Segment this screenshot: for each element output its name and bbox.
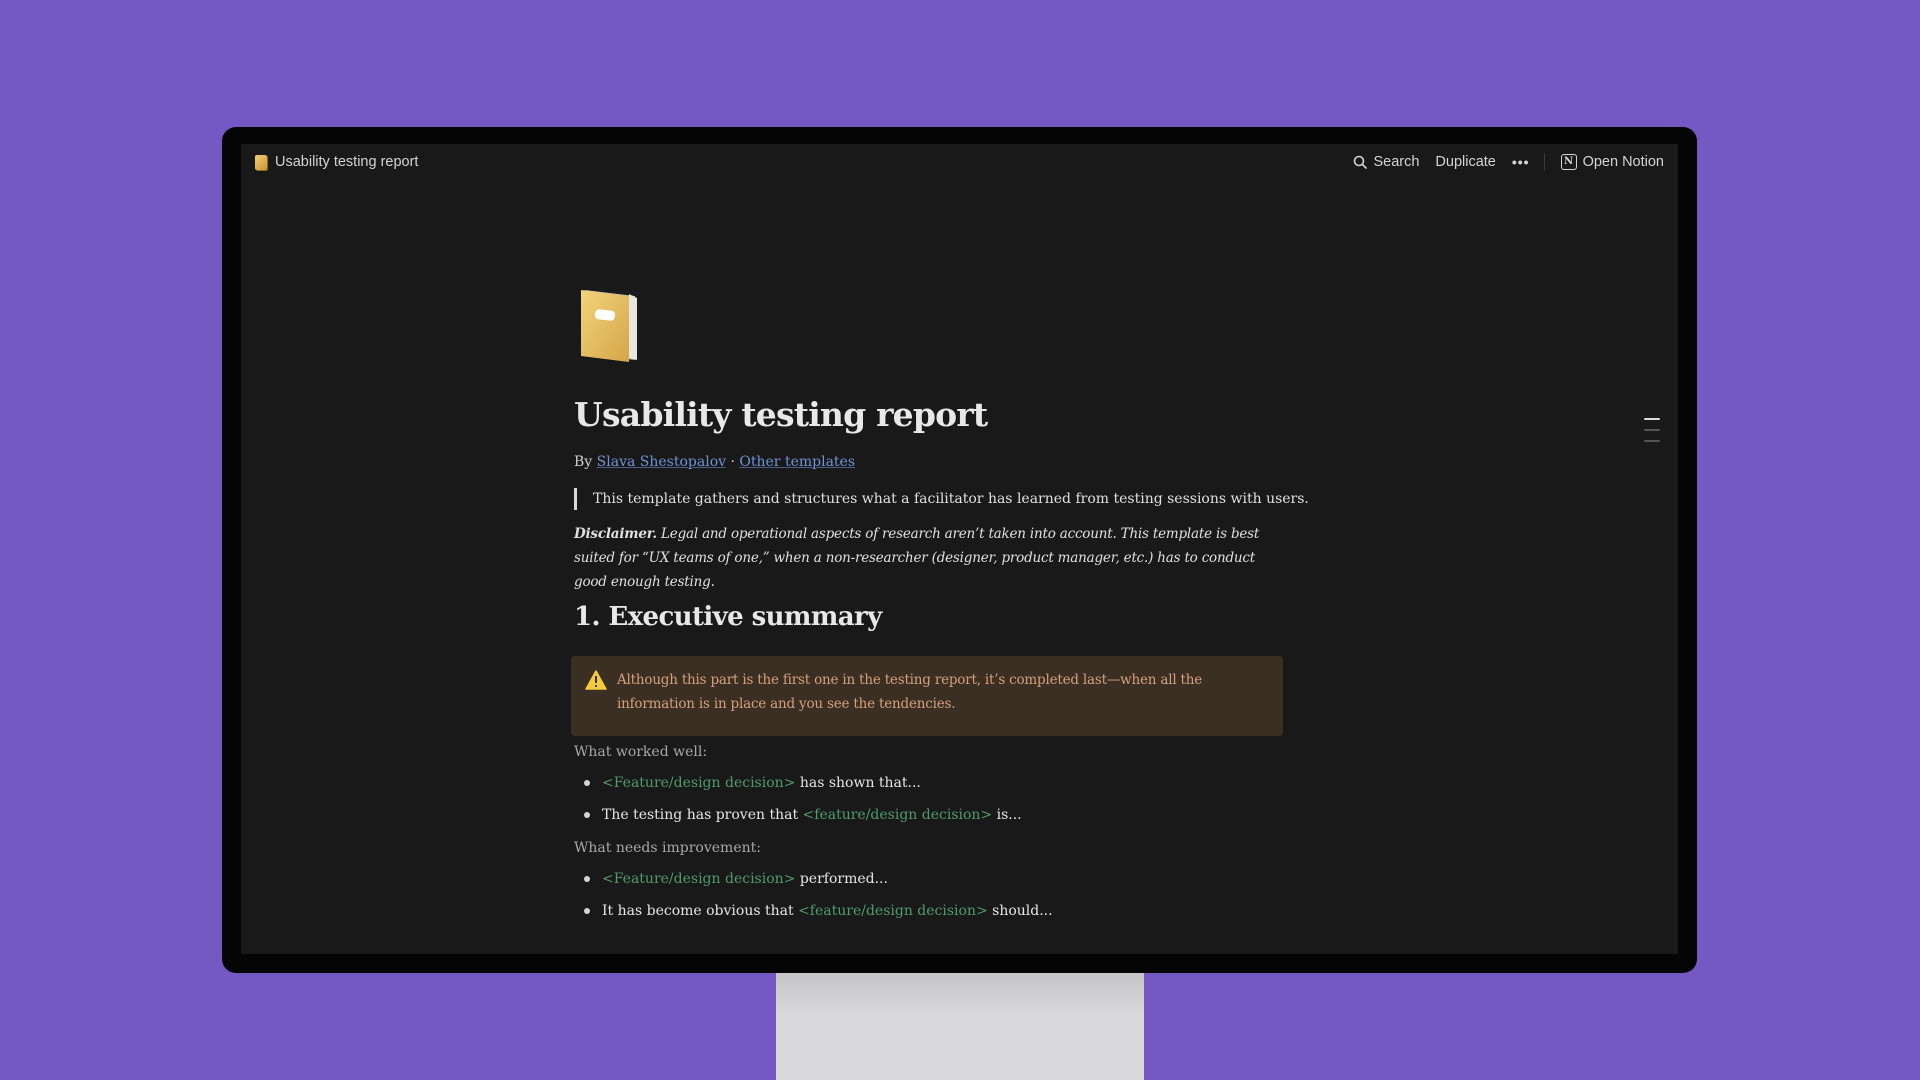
callout-text: Although this part is the first one in t… bbox=[617, 672, 1203, 712]
item-text: It has become obvious that bbox=[602, 903, 799, 919]
needs-improvement-list: <Feature/design decision> performed... I… bbox=[574, 863, 1053, 927]
search-button[interactable]: Search bbox=[1353, 154, 1419, 170]
more-options-button[interactable]: ••• bbox=[1512, 154, 1530, 170]
page-title: Usability testing report bbox=[574, 395, 988, 434]
open-notion-button[interactable]: N Open Notion bbox=[1560, 154, 1664, 170]
duplicate-label: Duplicate bbox=[1435, 154, 1496, 170]
toc-line[interactable] bbox=[1644, 429, 1660, 431]
placeholder-text: <feature/design decision> bbox=[798, 903, 988, 919]
item-text: The testing has proven that bbox=[602, 807, 803, 823]
duplicate-button[interactable]: Duplicate bbox=[1435, 154, 1495, 170]
list-item: It has become obvious that <feature/desi… bbox=[574, 895, 1053, 927]
search-label: Search bbox=[1373, 154, 1420, 170]
list-item: The testing has proven that <feature/des… bbox=[574, 799, 1022, 831]
toc-line[interactable] bbox=[1644, 418, 1660, 420]
worked-well-list: <Feature/design decision> has shown that… bbox=[574, 767, 1022, 831]
author-link[interactable]: Slava Shestopalov bbox=[597, 454, 726, 470]
monitor-stand bbox=[776, 972, 1144, 1080]
section-heading: 1. Executive summary bbox=[574, 602, 882, 632]
top-bar: Usability testing report Search Duplicat… bbox=[241, 144, 1678, 182]
needs-improvement-label: What needs improvement: bbox=[574, 840, 761, 856]
item-text: has shown that... bbox=[795, 775, 921, 791]
disclaimer-lead: Disclaimer. bbox=[574, 526, 657, 542]
byline: By Slava Shestopalov · Other templates bbox=[574, 454, 855, 470]
top-actions: Search Duplicate ••• N Open Notion bbox=[1337, 153, 1664, 171]
placeholder-text: <Feature/design decision> bbox=[602, 871, 796, 887]
callout: Although this part is the first one in t… bbox=[571, 656, 1283, 736]
notebook-icon bbox=[255, 154, 267, 170]
notion-page-screen: Usability testing report Search Duplicat… bbox=[241, 144, 1678, 954]
breadcrumb-title: Usability testing report bbox=[275, 154, 419, 170]
breadcrumb[interactable]: Usability testing report bbox=[255, 154, 418, 170]
item-text: should... bbox=[987, 903, 1053, 919]
item-text: performed... bbox=[795, 871, 888, 887]
warning-icon bbox=[585, 670, 607, 690]
intro-quote: This template gathers and structures wha… bbox=[574, 488, 1309, 510]
notion-logo-icon: N bbox=[1560, 154, 1577, 170]
divider bbox=[1543, 153, 1545, 171]
item-text: is... bbox=[992, 807, 1022, 823]
open-notion-label: Open Notion bbox=[1582, 154, 1664, 170]
table-of-contents-indicator[interactable] bbox=[1644, 418, 1662, 451]
list-item: <Feature/design decision> performed... bbox=[574, 863, 1053, 895]
placeholder-text: <Feature/design decision> bbox=[602, 775, 796, 791]
placeholder-text: <feature/design decision> bbox=[802, 807, 993, 823]
disclaimer: Disclaimer. Legal and operational aspect… bbox=[574, 522, 1286, 594]
toc-line[interactable] bbox=[1644, 440, 1660, 442]
byline-prefix: By bbox=[574, 454, 593, 470]
disclaimer-text: Legal and operational aspects of researc… bbox=[574, 526, 1260, 590]
search-icon bbox=[1354, 155, 1368, 169]
list-item: <Feature/design decision> has shown that… bbox=[574, 767, 1022, 799]
other-templates-link[interactable]: Other templates bbox=[739, 454, 855, 470]
worked-well-label: What worked well: bbox=[574, 744, 708, 760]
byline-separator: · bbox=[730, 454, 735, 470]
notebook-icon[interactable] bbox=[577, 284, 641, 364]
more-icon: ••• bbox=[1511, 154, 1530, 170]
